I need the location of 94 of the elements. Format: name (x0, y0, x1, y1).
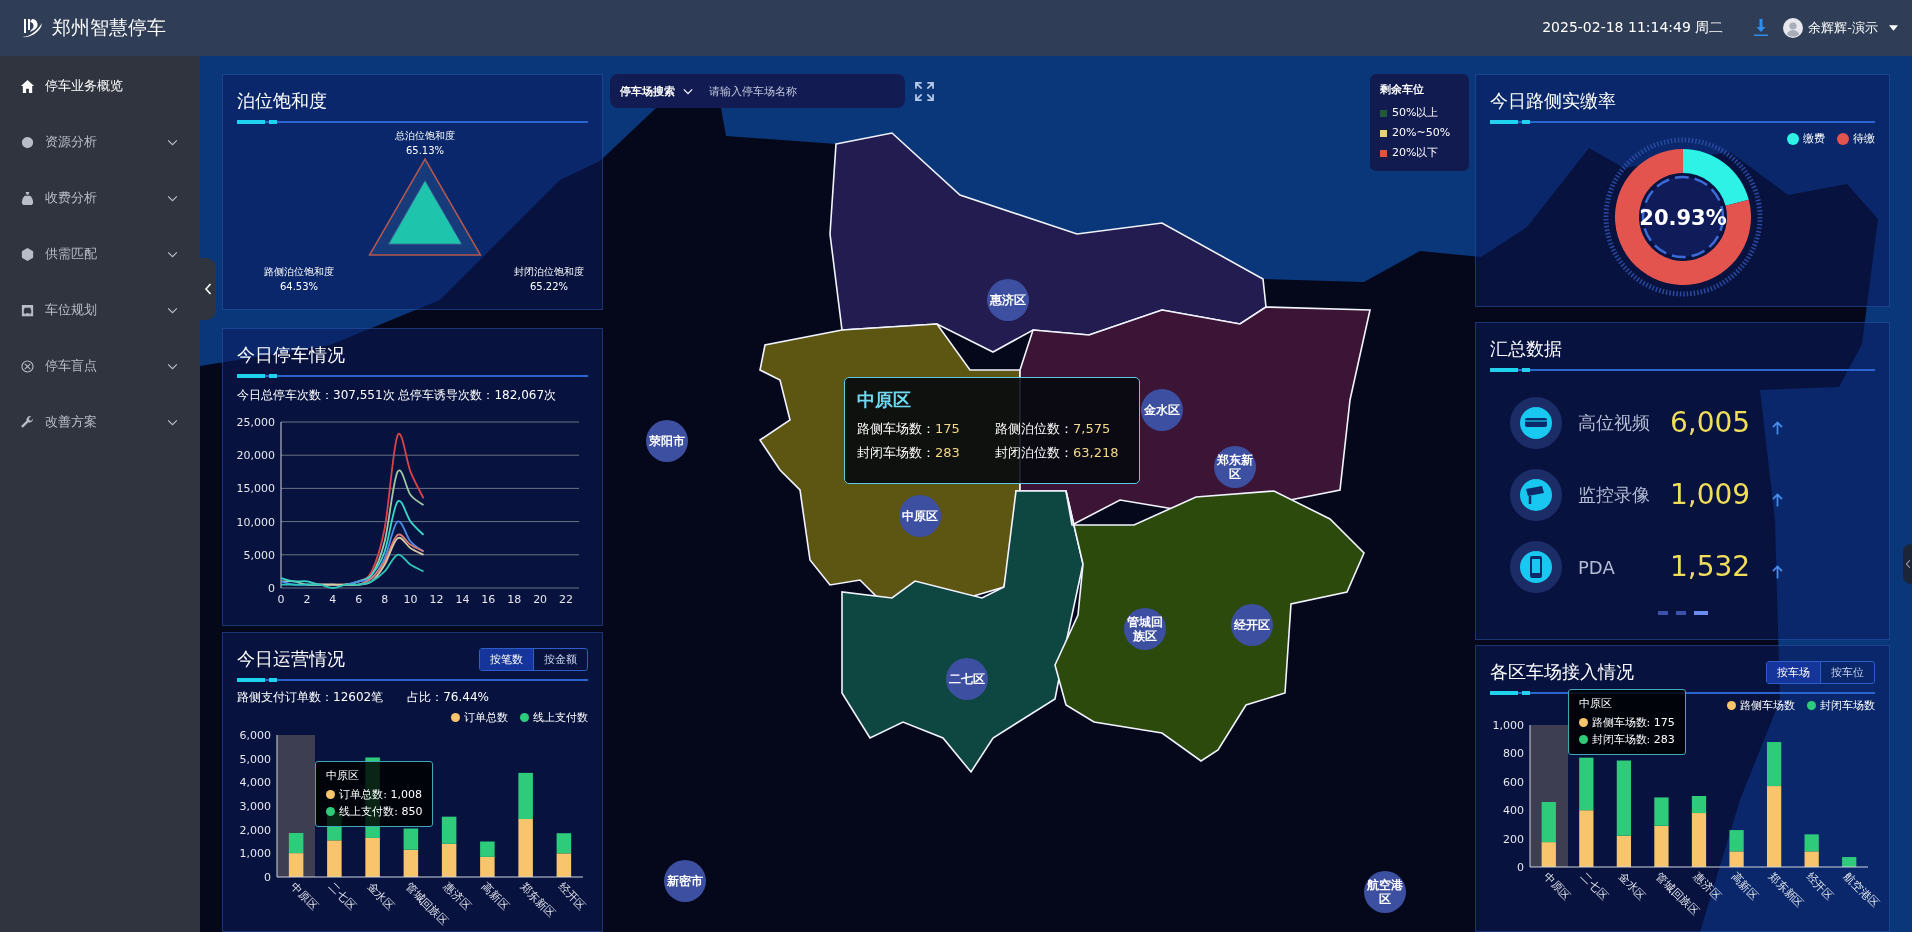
legend-label: 50%以上 (1392, 105, 1439, 121)
panel-title: 各区车场接入情况 (1490, 660, 1634, 684)
axis-label: 路侧泊位饱和度 (264, 266, 334, 277)
axis-label: 1,000 (239, 847, 271, 861)
stat-value: 63,218 (1073, 445, 1119, 460)
summary-text: 今日总停车次数：307,551次 总停车诱导次数：182,067次 (237, 387, 558, 404)
axis-label: 15,000 (236, 482, 275, 496)
axis-label: 20,000 (236, 449, 275, 463)
axis-label: 1,000 (1492, 719, 1524, 732)
axis-value: 65.22% (529, 281, 569, 292)
axis-label: 中原区 (288, 879, 321, 913)
axis-label: 二七区 (1578, 869, 1611, 903)
axis-label: 2 (303, 593, 311, 606)
stat-label: 路侧车场数： (857, 421, 935, 436)
legend-label: 订单总数 (464, 710, 508, 725)
summary-value: 12602笔 (333, 690, 384, 704)
stat-label: 封闭车场数： (857, 445, 935, 460)
axis-label: 5,000 (243, 548, 275, 562)
axis-label: 0 (264, 871, 271, 884)
panel-title: 汇总数据 (1490, 337, 1562, 361)
axis-label: 800 (1503, 747, 1524, 761)
tooltip-title: 中原区 (857, 388, 912, 412)
stat-label: 路侧泊位数： (995, 421, 1073, 436)
axis-label: 10 (403, 593, 418, 606)
axis-label: 总泊位饱和度 (395, 130, 455, 141)
axis-label: 600 (1503, 775, 1524, 789)
axis-label: 0 (1517, 861, 1524, 874)
axis-label: 10,000 (236, 515, 275, 529)
summary-label: 占比： (407, 690, 444, 704)
stat-value: 1,009 (1670, 477, 1752, 513)
axis-value: 65.13% (405, 145, 445, 156)
axis-value: 64.53% (279, 281, 319, 292)
panel-title: 今日停车情况 (237, 343, 345, 367)
axis-label: 郑东新区 (517, 879, 558, 921)
panel-title: 今日运营情况 (237, 647, 345, 671)
legend-title: 剩余车位 (1380, 82, 1425, 97)
axis-label: 3,000 (239, 800, 271, 813)
axis-label: 4 (329, 593, 337, 606)
tooltip-title: 中原区 (326, 768, 361, 783)
panel-title: 今日路侧实缴率 (1490, 89, 1616, 113)
stat-value: 175 (935, 421, 960, 436)
legend-label: 20%~50% (1392, 125, 1451, 141)
axis-label: 二七区 (326, 879, 359, 913)
axis-label: 12 (429, 593, 444, 606)
axis-label: 25,000 (236, 416, 275, 429)
axis-label: 6,000 (239, 729, 271, 742)
axis-label: 4,000 (239, 776, 271, 790)
axis-label: 金水区 (1615, 869, 1649, 903)
axis-label: 0 (277, 593, 285, 606)
axis-label: 6 (355, 593, 363, 606)
stat-value: 1,532 (1670, 549, 1752, 585)
stat-label: 监控录像 (1578, 483, 1651, 507)
tooltip-text: 路侧车场数: 175 (1591, 715, 1675, 731)
axis-label: 5,000 (239, 752, 271, 766)
summary-value: 76.44% (443, 690, 489, 704)
stat-value: 283 (935, 445, 960, 460)
axis-label: 金水区 (364, 879, 398, 913)
axis-label: 0 (268, 582, 275, 595)
rate-value: 20.93% (1638, 206, 1727, 230)
date-time: 2025-02-18 11:14:49 周二 (1542, 19, 1724, 37)
axis-label: 20 (533, 593, 548, 606)
stat-value: 7,575 (1073, 421, 1111, 436)
axis-label: 200 (1503, 832, 1524, 846)
axis-label: 中原区 (1540, 869, 1574, 903)
stat-label: PDA (1578, 556, 1616, 578)
panel-title: 泊位饱和度 (237, 89, 327, 113)
tooltip-title: 中原区 (1578, 696, 1613, 711)
axis-label: 400 (1503, 804, 1524, 818)
stat-label: 封闭泊位数： (995, 445, 1073, 460)
axis-label: 经开区 (555, 879, 589, 913)
axis-label: 惠济区 (441, 879, 474, 913)
axis-label: 高新区 (1728, 869, 1761, 903)
legend-label: 路侧车场数 (1740, 698, 1795, 713)
stat-label: 高位视频 (1578, 411, 1651, 435)
legend-label: 线上支付数 (533, 710, 588, 725)
summary-label: 路侧支付订单数： (237, 690, 333, 704)
legend-label: 20%以下 (1392, 145, 1439, 161)
axis-label: 航空港区 (1841, 869, 1882, 911)
stat-value: 6,005 (1670, 405, 1752, 441)
axis-label: 14 (455, 593, 470, 606)
axis-label: 封闭泊位饱和度 (514, 266, 584, 277)
legend-label: 封闭车场数 (1820, 698, 1875, 713)
app-title: 郑州智慧停车 (52, 15, 166, 40)
axis-label: 18 (507, 593, 522, 606)
axis-label: 16 (481, 593, 496, 606)
legend-label: 缴费 (1803, 131, 1825, 146)
tooltip-text: 订单总数: 1,008 (339, 787, 422, 803)
axis-label: 22 (559, 593, 574, 606)
axis-label: 高新区 (479, 879, 512, 913)
tooltip-text: 封闭车场数: 283 (1591, 732, 1675, 748)
axis-label: 8 (381, 593, 389, 606)
tooltip-text: 线上支付数: 850 (339, 804, 423, 820)
legend-label: 待缴 (1853, 131, 1875, 146)
axis-label: 2,000 (239, 823, 271, 837)
